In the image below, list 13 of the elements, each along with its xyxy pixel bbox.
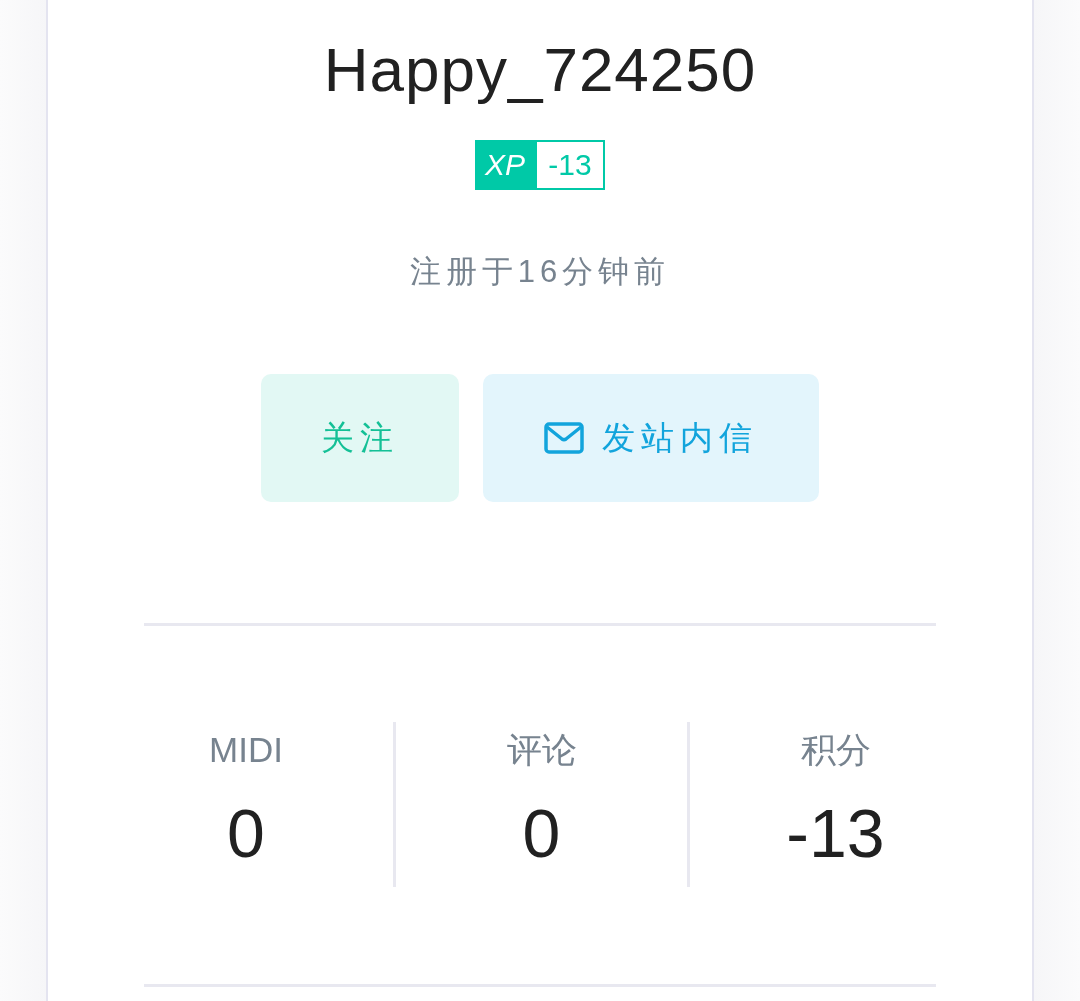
xp-label: XP: [475, 140, 535, 190]
follow-button[interactable]: 关注: [261, 374, 459, 502]
mail-icon: [544, 422, 584, 454]
user-name: Happy_724250: [323, 34, 757, 106]
stat-label: MIDI: [209, 730, 283, 770]
registration-time: 注册于16分钟前: [409, 253, 671, 291]
stat-value: -13: [786, 794, 885, 873]
stat-value: 0: [522, 794, 561, 873]
stat-value: 0: [227, 794, 265, 873]
message-button[interactable]: 发站内信: [483, 374, 819, 502]
xp-value: -13: [535, 140, 605, 190]
stat-label: 评论: [506, 730, 577, 770]
stat-label: 积分: [800, 730, 871, 770]
